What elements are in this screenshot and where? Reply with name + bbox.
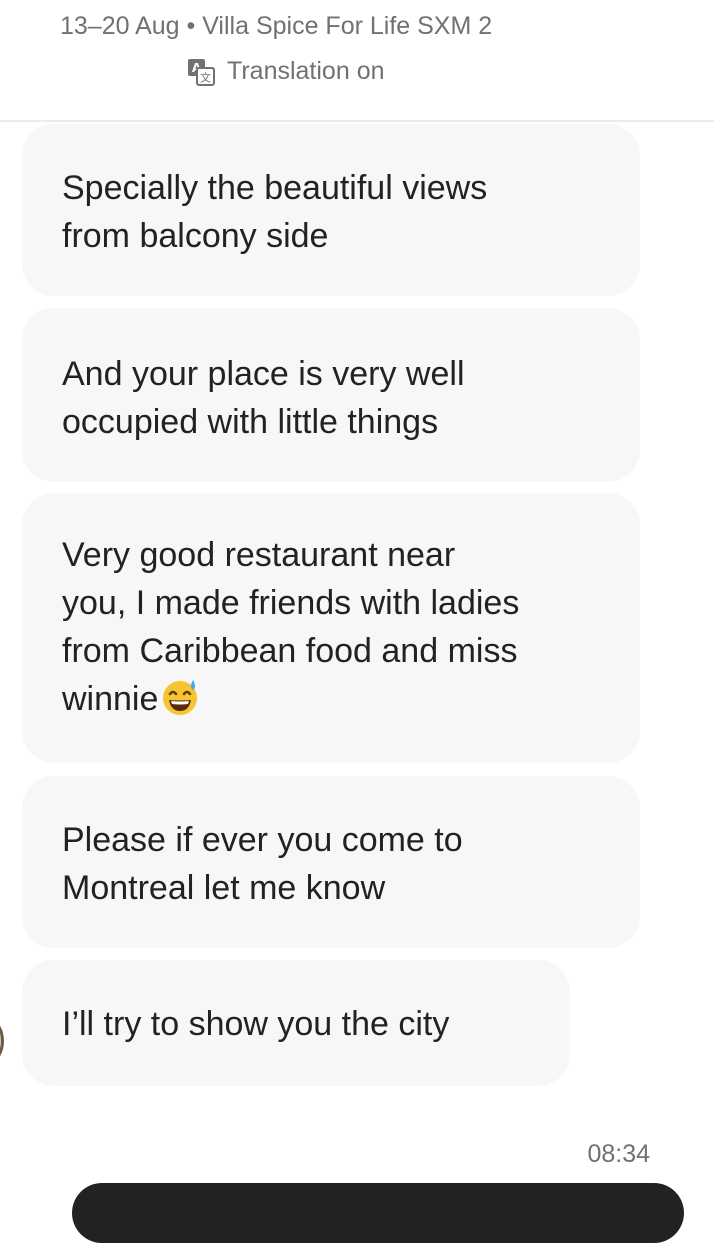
translate-icon: A 文 <box>188 58 215 86</box>
translation-label: Translation on <box>227 57 385 85</box>
grinning-face-with-sweat-emoji <box>163 680 198 715</box>
message-text: I’ll try to show you the city <box>62 1005 450 1043</box>
sender-avatar[interactable] <box>0 1020 4 1062</box>
message-text: Very good restaurant near you, I made fr… <box>62 531 604 723</box>
message-bubble[interactable]: Please if ever you come to Montreal let … <box>22 776 640 948</box>
message-timestamp: 08:34 <box>587 1140 650 1168</box>
conversation-header: 13–20 Aug • Villa Spice For Life SXM 2 A… <box>0 0 714 122</box>
message-bubble[interactable]: And your place is very well occupied wit… <box>22 308 640 482</box>
message-text: Please if ever you come to Montreal let … <box>62 821 463 907</box>
svg-text:文: 文 <box>200 70 211 84</box>
message-text: And your place is very well occupied wit… <box>62 355 465 441</box>
message-text-content: Very good restaurant near you, I made fr… <box>62 536 520 718</box>
message-bubble[interactable]: Specially the beautiful views from balco… <box>22 124 640 296</box>
message-bubble[interactable]: Very good restaurant near you, I made fr… <box>22 493 640 763</box>
bottom-action-bar[interactable] <box>72 1183 684 1243</box>
message-text: Specially the beautiful views from balco… <box>62 169 488 255</box>
message-bubble[interactable]: I’ll try to show you the city <box>22 960 570 1086</box>
trip-subtitle[interactable]: 13–20 Aug • Villa Spice For Life SXM 2 <box>60 12 492 41</box>
translation-toggle[interactable]: A 文 Translation on <box>187 57 385 86</box>
